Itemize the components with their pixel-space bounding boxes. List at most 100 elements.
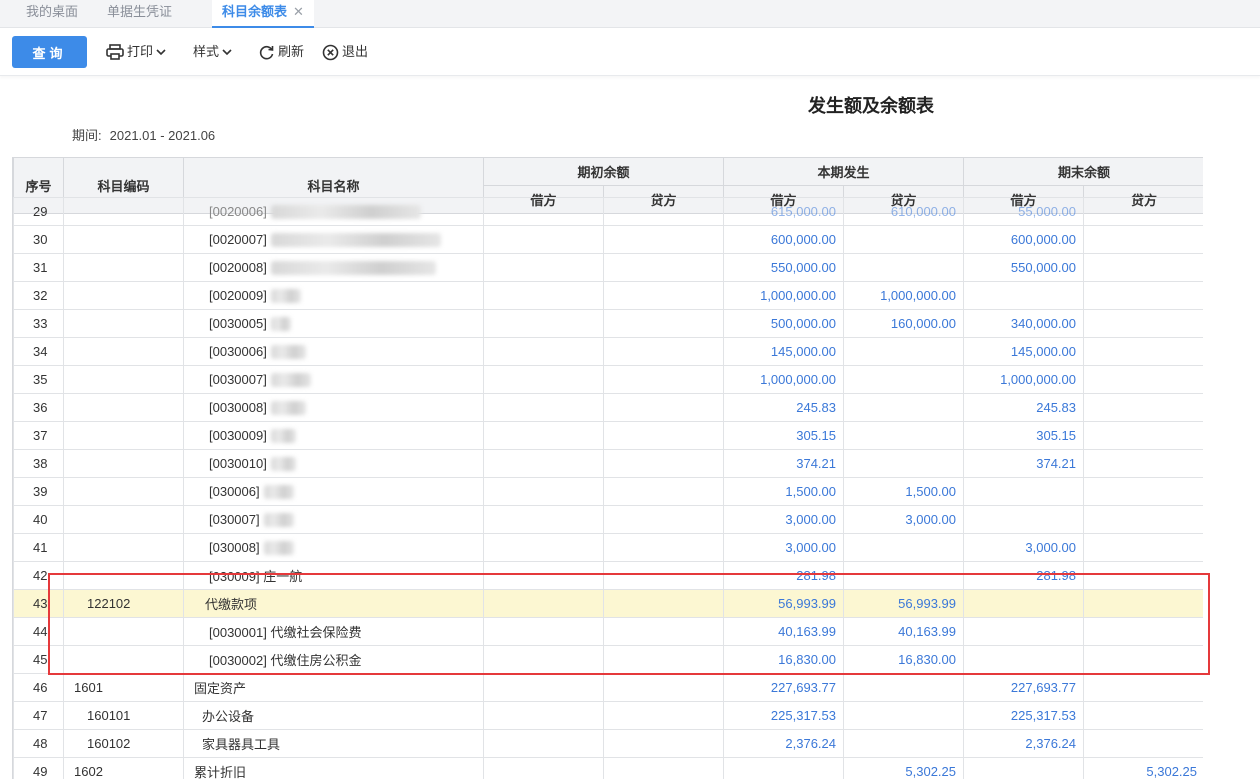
account-name-text: [0030010] — [209, 455, 267, 471]
row-index: 42 — [13, 561, 64, 590]
row-account-name: [030008] — [183, 533, 484, 562]
account-name-text: 家具器具工具 — [202, 737, 281, 752]
table-row[interactable]: 49 1602 累计折旧 5,302.25 5,302.25 — [13, 757, 1203, 779]
redacted-name-mask — [270, 289, 301, 304]
table-row[interactable]: 38 [0030010] 374.21 374.21 — [13, 449, 1203, 478]
table-row[interactable]: 45 [0030002] 代缴住房公积金 16,830.00 16,830.00 — [13, 645, 1203, 674]
table-row[interactable]: 40 [030007] 3,000.00 3,000.00 — [13, 505, 1203, 534]
table-row[interactable]: 42 [030009] 庄一航 281.98 281.98 — [13, 561, 1203, 590]
table-row[interactable]: 35 [0030007] 1,000,000.00 1,000,000.00 — [13, 365, 1203, 394]
row-account-code — [63, 309, 184, 338]
print-menu[interactable]: 打印 — [106, 42, 166, 62]
table-row[interactable]: 48 160102 家具器具工具 2,376.24 2,376.24 — [13, 729, 1203, 758]
row-opening-debit — [483, 281, 604, 310]
redacted-name-mask — [263, 513, 294, 528]
row-opening-credit — [603, 365, 724, 394]
row-opening-credit — [603, 393, 724, 422]
account-name-text: 固定资产 — [194, 681, 247, 696]
row-account-code — [63, 253, 184, 282]
row-current-debit: 305.15 — [723, 421, 844, 450]
row-opening-credit — [603, 309, 724, 338]
row-closing-debit: 2,376.24 — [963, 729, 1084, 758]
row-index: 32 — [13, 281, 64, 310]
account-name-text: [0030005] — [209, 315, 267, 331]
tab-label: 单据生凭证 — [107, 4, 173, 19]
account-name-text: [030007] — [209, 511, 260, 527]
table-row[interactable]: 36 [0030008] 245.83 245.83 — [13, 393, 1203, 422]
row-closing-credit — [1083, 449, 1203, 478]
row-closing-credit — [1083, 421, 1203, 450]
row-closing-debit: 3,000.00 — [963, 533, 1084, 562]
table-row[interactable]: 31 [0020008] 550,000.00 550,000.00 — [13, 253, 1203, 282]
row-closing-debit: 340,000.00 — [963, 309, 1084, 338]
row-index: 36 — [13, 393, 64, 422]
row-current-debit: 56,993.99 — [723, 589, 844, 618]
row-closing-debit — [963, 757, 1084, 779]
table-row[interactable]: 37 [0030009] 305.15 305.15 — [13, 421, 1203, 450]
redacted-name-mask — [270, 401, 306, 416]
style-menu[interactable]: 样式 — [193, 42, 232, 62]
table-row[interactable]: 46 1601 固定资产 227,693.77 227,693.77 — [13, 673, 1203, 702]
table-row[interactable]: 44 [0030001] 代缴社会保险费 40,163.99 40,163.99 — [13, 617, 1203, 646]
period-label: 期间: — [72, 128, 102, 143]
table-row[interactable]: 43 122102 代缴款项 56,993.99 56,993.99 — [13, 589, 1203, 618]
refresh-button[interactable]: 刷新 — [258, 42, 304, 62]
row-account-code — [63, 449, 184, 478]
row-account-code — [63, 337, 184, 366]
row-closing-debit: 600,000.00 — [963, 225, 1084, 254]
row-current-credit: 40,163.99 — [843, 617, 964, 646]
row-closing-debit: 225,317.53 — [963, 701, 1084, 730]
row-opening-credit — [603, 617, 724, 646]
row-opening-debit — [483, 589, 604, 618]
tab-my-desktop[interactable]: 我的桌面 — [26, 0, 78, 28]
row-opening-debit — [483, 225, 604, 254]
tab-voucher-generation[interactable]: 单据生凭证 — [107, 0, 172, 28]
table-row[interactable]: 33 [0030005] 500,000.00 160,000.00 340,000.0… — [13, 309, 1203, 338]
row-opening-debit — [483, 337, 604, 366]
table-row[interactable]: 41 [030008] 3,000.00 3,000.00 — [13, 533, 1203, 562]
table-row[interactable]: 29 [0020006] 615,000.00 610,000.00 55,000.00 — [13, 197, 1203, 226]
row-current-debit: 281.98 — [723, 561, 844, 590]
table-row[interactable]: 34 [0030006] 145,000.00 145,000.00 — [13, 337, 1203, 366]
close-icon[interactable]: ✕ — [293, 4, 304, 19]
redacted-name-mask — [270, 457, 296, 472]
row-current-debit: 3,000.00 — [723, 533, 844, 562]
row-closing-debit — [963, 505, 1084, 534]
row-current-debit: 374.21 — [723, 449, 844, 478]
query-button[interactable]: 查询 — [12, 36, 87, 68]
row-closing-credit: 5,302.25 — [1083, 757, 1203, 779]
row-opening-debit — [483, 757, 604, 779]
row-opening-debit — [483, 561, 604, 590]
row-account-code — [63, 505, 184, 534]
redacted-name-mask — [270, 233, 441, 248]
row-account-code: 160102 — [63, 729, 184, 758]
table-row[interactable]: 39 [030006] 1,500.00 1,500.00 — [13, 477, 1203, 506]
row-current-credit: 610,000.00 — [843, 197, 964, 226]
row-opening-debit — [483, 533, 604, 562]
row-account-name: 累计折旧 — [183, 757, 484, 779]
exit-button[interactable]: 退出 — [322, 42, 368, 62]
redacted-name-mask — [270, 373, 311, 388]
table-body-viewport[interactable]: 29 [0020006] 615,000.00 610,000.00 55,000.00… — [13, 197, 1203, 779]
row-current-debit: 1,500.00 — [723, 477, 844, 506]
row-current-credit: 56,993.99 — [843, 589, 964, 618]
row-account-name: [0030002] 代缴住房公积金 — [183, 645, 484, 674]
row-opening-credit — [603, 533, 724, 562]
row-account-code — [63, 225, 184, 254]
row-opening-credit — [603, 421, 724, 450]
row-closing-credit — [1083, 477, 1203, 506]
table-row[interactable]: 32 [0020009] 1,000,000.00 1,000,000.00 — [13, 281, 1203, 310]
row-opening-debit — [483, 617, 604, 646]
row-closing-debit: 281.98 — [963, 561, 1084, 590]
row-index: 41 — [13, 533, 64, 562]
row-opening-debit — [483, 365, 604, 394]
table-row[interactable]: 30 [0020007] 600,000.00 600,000.00 — [13, 225, 1203, 254]
row-index: 33 — [13, 309, 64, 338]
row-closing-credit — [1083, 281, 1203, 310]
table-row[interactable]: 47 160101 办公设备 225,317.53 225,317.53 — [13, 701, 1203, 730]
row-opening-debit — [483, 253, 604, 282]
row-current-debit: 40,163.99 — [723, 617, 844, 646]
chevron-down-icon — [222, 48, 232, 56]
row-closing-debit — [963, 589, 1084, 618]
tab-account-balance[interactable]: 科目余额表 ✕ — [212, 0, 314, 28]
